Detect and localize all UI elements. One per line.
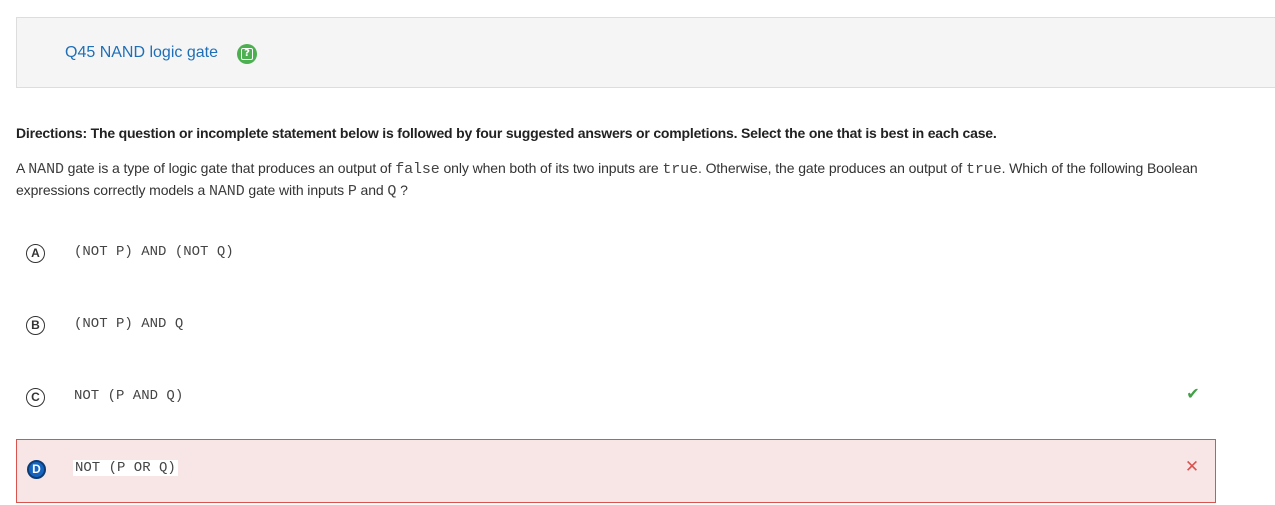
answer-option-b[interactable]: B (NOT P) AND Q: [16, 296, 1216, 358]
checkmark-icon: ✔: [1186, 386, 1200, 403]
option-text: (NOT P) AND (NOT Q): [74, 244, 234, 260]
stem-text: only when both of its two inputs are: [439, 160, 663, 176]
stem-text: and: [356, 182, 388, 198]
help-icon[interactable]: ?: [237, 44, 257, 64]
stem-text: gate is a type of logic gate that produc…: [63, 160, 396, 176]
answer-option-a[interactable]: A (NOT P) AND (NOT Q): [16, 224, 1216, 286]
option-text: NOT (P AND Q): [74, 388, 184, 404]
option-text: (NOT P) AND Q: [74, 316, 184, 332]
option-letter-badge[interactable]: B: [26, 316, 45, 335]
answer-option-d[interactable]: D NOT (P OR Q) ✕: [16, 439, 1216, 503]
stem-text: ?: [396, 182, 408, 198]
option-letter-badge[interactable]: C: [26, 388, 45, 407]
stem-text: gate with inputs: [244, 182, 348, 198]
directions-text: Directions: The question or incomplete s…: [16, 125, 997, 141]
answer-option-c[interactable]: C NOT (P AND Q) ✔: [16, 368, 1216, 430]
question-stem: A NAND gate is a type of logic gate that…: [16, 158, 1216, 202]
option-letter-badge[interactable]: A: [26, 244, 45, 263]
cross-icon: ✕: [1184, 457, 1200, 476]
stem-code: Q: [387, 183, 397, 200]
stem-code: NAND: [208, 183, 245, 200]
question-header: Q45 NAND logic gate ?: [16, 17, 1275, 88]
stem-code: true: [965, 161, 1002, 178]
stem-code: NAND: [28, 161, 64, 178]
option-text: NOT (P OR Q): [73, 460, 178, 476]
question-title-link[interactable]: Q45 NAND logic gate: [65, 44, 218, 62]
stem-code: true: [662, 161, 698, 178]
question-mark-glyph: ?: [241, 48, 253, 60]
stem-code: false: [395, 161, 440, 178]
stem-text: A: [16, 160, 29, 176]
option-letter-badge[interactable]: D: [27, 460, 46, 479]
stem-code: P: [347, 183, 357, 200]
stem-text: . Otherwise, the gate produces an output…: [697, 160, 966, 176]
